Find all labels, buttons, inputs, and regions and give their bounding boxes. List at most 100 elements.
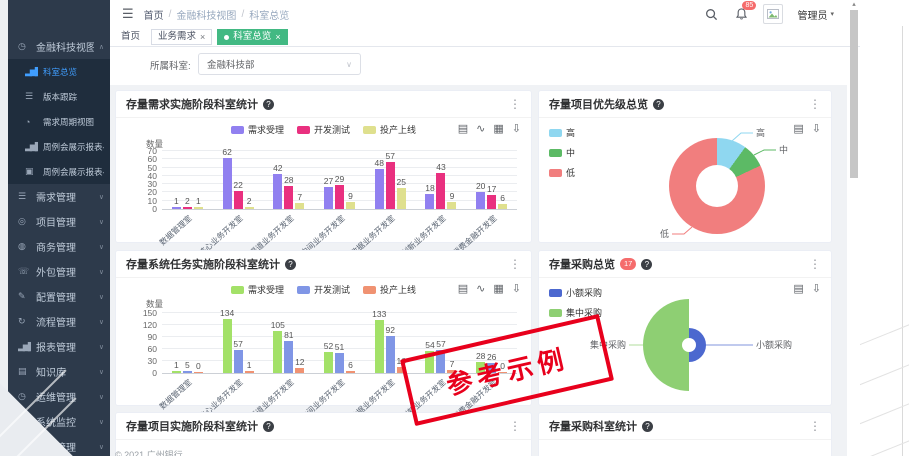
bar-开发测试[interactable]	[234, 191, 243, 209]
bar-开发测试[interactable]	[335, 185, 344, 209]
bar-需求受理[interactable]	[172, 371, 181, 373]
bar-投产上线[interactable]	[397, 188, 406, 209]
data-view-icon[interactable]: ▤	[793, 283, 803, 295]
bar-投产上线[interactable]	[295, 203, 304, 209]
sidebar-item-项目管理[interactable]: ◎项目管理∨	[8, 209, 110, 234]
bar-需求受理[interactable]	[425, 194, 434, 209]
legend-item-投产上线[interactable]: 投产上线	[363, 123, 416, 136]
more-icon[interactable]: ⋮	[509, 97, 521, 111]
tab-home[interactable]: 首页	[115, 30, 146, 44]
legend-item-投产上线[interactable]: 投产上线	[363, 283, 416, 296]
bar-投产上线[interactable]	[295, 368, 304, 373]
bar-需求受理[interactable]	[172, 207, 181, 209]
sidebar-item-知识库[interactable]: ▤知识库∨	[8, 359, 110, 384]
bar-需求受理[interactable]	[273, 331, 282, 373]
help-icon[interactable]: ?	[642, 421, 653, 432]
legend-item-开发测试[interactable]: 开发测试	[297, 123, 350, 136]
breadcrumb-home[interactable]: 首页	[144, 7, 164, 22]
legend-item-高[interactable]: 高	[549, 126, 575, 139]
data-view-icon[interactable]: ▤	[793, 123, 803, 135]
help-icon[interactable]: ?	[263, 99, 274, 110]
breadcrumb-link[interactable]: 金融科技视图	[176, 7, 236, 22]
help-icon[interactable]: ?	[653, 99, 664, 110]
download-icon[interactable]: ⇩	[812, 123, 821, 135]
bar-投产上线[interactable]	[346, 202, 355, 209]
sidebar-item-流程管理[interactable]: ↻流程管理∨	[8, 309, 110, 334]
legend-item-低[interactable]: 低	[549, 166, 575, 179]
sidebar-item-报表管理[interactable]: ▂▅▇报表管理∨	[8, 334, 110, 359]
bar-开发测试[interactable]	[284, 341, 293, 373]
download-icon[interactable]: ⇩	[812, 283, 821, 295]
avatar[interactable]	[763, 4, 783, 24]
tab-business-demand[interactable]: 业务需求 ×	[151, 29, 212, 45]
bar-投产上线[interactable]	[245, 207, 254, 209]
sidebar-item-需求周期视图[interactable]: ◔需求周期视图	[8, 109, 110, 134]
line-toggle-icon[interactable]: ∿	[476, 283, 485, 295]
help-icon[interactable]: ?	[263, 421, 274, 432]
bar-需求受理[interactable]	[476, 192, 485, 209]
bar-开发测试[interactable]	[284, 186, 293, 209]
line-toggle-icon[interactable]: ∿	[476, 123, 485, 135]
more-icon[interactable]: ⋮	[809, 97, 821, 111]
legend-item-需求受理[interactable]: 需求受理	[231, 283, 284, 296]
sidebar-item-科室总览[interactable]: ▂▅▇科室总览	[8, 59, 110, 84]
bar-toggle-icon[interactable]: ▦	[493, 123, 503, 135]
sidebar-item-版本跟踪[interactable]: ☰版本跟踪	[8, 84, 110, 109]
help-icon[interactable]: ?	[641, 259, 652, 270]
scroll-up-icon[interactable]: ▴	[849, 0, 859, 10]
download-icon[interactable]: ⇩	[512, 283, 521, 295]
bar-投产上线[interactable]	[245, 371, 254, 373]
bar-开发测试[interactable]	[335, 353, 344, 373]
bar-需求受理[interactable]	[223, 158, 232, 209]
bar-toggle-icon[interactable]: ▦	[493, 283, 503, 295]
tab-dept-overview[interactable]: 科室总览 ×	[217, 29, 287, 45]
search-icon[interactable]	[703, 6, 719, 22]
help-icon[interactable]: ?	[285, 259, 296, 270]
bar-投产上线[interactable]	[447, 202, 456, 209]
bar-开发测试[interactable]	[386, 336, 395, 373]
legend-item-开发测试[interactable]: 开发测试	[297, 283, 350, 296]
sidebar-item-周例会展示报表-采购[interactable]: ▣周例会展示报表-采购	[8, 159, 110, 184]
more-icon[interactable]: ⋮	[509, 419, 521, 433]
bar-需求受理[interactable]	[375, 169, 384, 209]
more-icon[interactable]: ⋮	[809, 419, 821, 433]
notification-bell-icon[interactable]: 85	[733, 6, 749, 22]
more-icon[interactable]: ⋮	[809, 257, 821, 271]
user-menu[interactable]: 管理员 ▾	[797, 7, 834, 22]
legend-item-需求受理[interactable]: 需求受理	[231, 123, 284, 136]
bar-开发测试[interactable]	[183, 207, 192, 209]
hamburger-icon[interactable]: ☰	[122, 6, 134, 22]
sidebar-item-配置管理[interactable]: ✎配置管理∨	[8, 284, 110, 309]
sidebar-item-外包管理[interactable]: ☏外包管理∨	[8, 259, 110, 284]
bar-开发测试[interactable]	[436, 173, 445, 209]
legend-item-中[interactable]: 中	[549, 146, 575, 159]
department-select[interactable]: 金融科技部 ∨	[198, 53, 361, 75]
bar-投产上线[interactable]	[346, 371, 355, 373]
sidebar-item-商务管理[interactable]: ◍商务管理∨	[8, 234, 110, 259]
scrollbar-thumb[interactable]	[850, 10, 858, 178]
bar-开发测试[interactable]	[234, 350, 243, 373]
data-view-icon[interactable]: ▤	[458, 123, 468, 135]
bar-需求受理[interactable]	[324, 187, 333, 209]
sidebar-item-运维管理[interactable]: ◷运维管理∨	[8, 384, 110, 409]
close-icon[interactable]: ×	[275, 31, 280, 43]
bar-投产上线[interactable]	[498, 204, 507, 209]
download-icon[interactable]: ⇩	[512, 123, 521, 135]
bar-投产上线[interactable]	[194, 372, 203, 373]
legend-item-小额采购[interactable]: 小额采购	[549, 286, 602, 299]
more-icon[interactable]: ⋮	[509, 257, 521, 271]
bar-投产上线[interactable]	[194, 207, 203, 209]
bar-开发测试[interactable]	[183, 371, 192, 373]
data-view-icon[interactable]: ▤	[458, 283, 468, 295]
legend-label: 开发测试	[314, 283, 350, 296]
bar-需求受理[interactable]	[324, 352, 333, 373]
sidebar-item-需求管理[interactable]: ☰需求管理∨	[8, 184, 110, 209]
bar-需求受理[interactable]	[375, 320, 384, 373]
close-icon[interactable]: ×	[200, 31, 205, 43]
sidebar-item-周例会展示报表-项目[interactable]: ▂▅▇周例会展示报表-项目	[8, 134, 110, 159]
bar-开发测试[interactable]	[386, 162, 395, 209]
bar-开发测试[interactable]	[487, 195, 496, 209]
bar-需求受理[interactable]	[273, 174, 282, 209]
sidebar-item-金融科技视图[interactable]: ◷金融科技视图∧	[8, 34, 110, 59]
bar-需求受理[interactable]	[223, 319, 232, 373]
